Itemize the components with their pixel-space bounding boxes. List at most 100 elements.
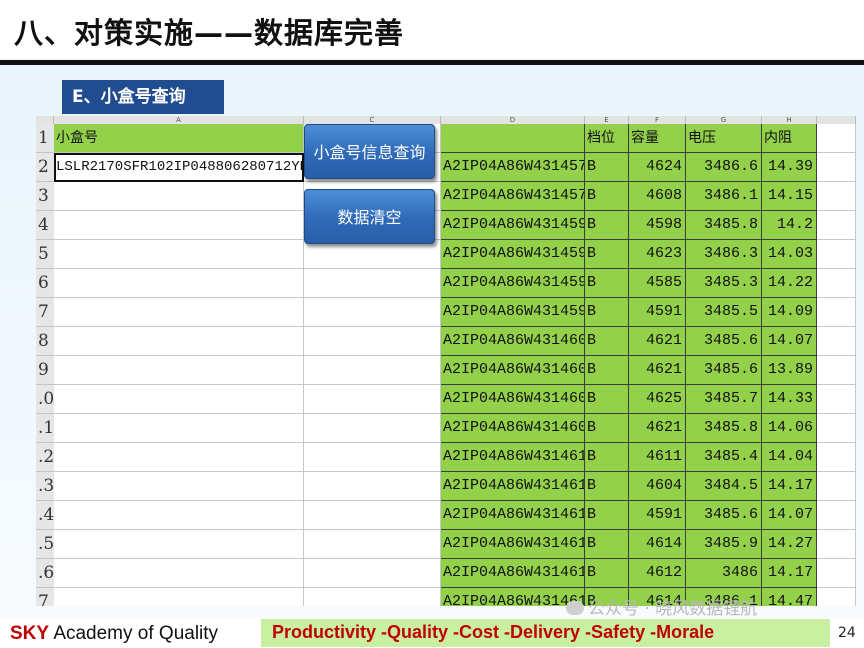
row-header[interactable]: 7 [36, 298, 54, 327]
result-cell[interactable]: 3486.3 [686, 240, 762, 269]
result-cell[interactable]: 14.33 [762, 385, 817, 414]
row-header[interactable]: 4 [36, 211, 54, 240]
row-header[interactable]: 6 [36, 269, 54, 298]
empty-cell[interactable] [54, 211, 304, 240]
result-cell[interactable]: 13.89 [762, 356, 817, 385]
result-cell[interactable]: 3486 [686, 559, 762, 588]
empty-cell[interactable] [54, 182, 304, 211]
empty-cell[interactable] [304, 298, 441, 327]
result-cell[interactable]: B [585, 385, 629, 414]
empty-cell[interactable] [817, 530, 856, 559]
empty-cell[interactable] [817, 269, 856, 298]
empty-cell[interactable] [817, 240, 856, 269]
result-cell[interactable]: B [585, 530, 629, 559]
result-cell[interactable]: 3485.4 [686, 443, 762, 472]
row-header[interactable]: .3 [36, 472, 54, 501]
result-cell[interactable]: B [585, 443, 629, 472]
row-header[interactable]: 9 [36, 356, 54, 385]
result-cell[interactable]: 3485.7 [686, 385, 762, 414]
empty-cell[interactable] [54, 530, 304, 559]
result-cell[interactable]: 4621 [629, 356, 686, 385]
result-cell[interactable]: B [585, 414, 629, 443]
result-cell[interactable]: 4623 [629, 240, 686, 269]
empty-cell[interactable] [304, 530, 441, 559]
result-cell[interactable]: 3485.6 [686, 501, 762, 530]
result-cell[interactable]: B [585, 559, 629, 588]
empty-cell[interactable] [817, 472, 856, 501]
result-cell[interactable]: A2IP04A86W4314606 [441, 356, 585, 385]
result-cell[interactable]: B [585, 269, 629, 298]
result-cell[interactable]: A2IP04A86W4314617 [441, 559, 585, 588]
result-cell[interactable]: A2IP04A86W4314596 [441, 298, 585, 327]
row-header[interactable]: .2 [36, 443, 54, 472]
result-header-cell[interactable]: 容量 [629, 124, 686, 153]
empty-cell[interactable] [54, 240, 304, 269]
result-cell[interactable]: A2IP04A86W4314574 [441, 182, 585, 211]
result-cell[interactable]: 14.17 [762, 472, 817, 501]
result-cell[interactable]: 4625 [629, 385, 686, 414]
empty-cell[interactable] [817, 588, 856, 606]
result-cell[interactable]: B [585, 356, 629, 385]
result-cell[interactable]: 14.06 [762, 414, 817, 443]
empty-cell[interactable] [817, 153, 856, 182]
column-header-f[interactable]: F [629, 116, 686, 124]
column-header-g[interactable]: G [686, 116, 762, 124]
result-cell[interactable]: 4585 [629, 269, 686, 298]
result-cell[interactable]: B [585, 182, 629, 211]
result-cell[interactable]: 4621 [629, 327, 686, 356]
column-header-d[interactable]: D [441, 116, 585, 124]
result-cell[interactable]: A2IP04A86W4314613 [441, 530, 585, 559]
result-cell[interactable]: A2IP04A86W4314610 [441, 443, 585, 472]
result-cell[interactable]: 14.27 [762, 530, 817, 559]
result-cell[interactable]: 14.22 [762, 269, 817, 298]
empty-cell[interactable] [304, 501, 441, 530]
row-header[interactable]: .0 [36, 385, 54, 414]
column-header-blank[interactable] [817, 116, 856, 124]
empty-cell[interactable] [304, 443, 441, 472]
result-header-cell[interactable] [441, 124, 585, 153]
result-cell[interactable]: A2IP04A86W4314593 [441, 211, 585, 240]
result-cell[interactable]: 14.09 [762, 298, 817, 327]
row-header[interactable]: .4 [36, 501, 54, 530]
empty-cell[interactable] [54, 298, 304, 327]
empty-cell[interactable] [817, 443, 856, 472]
empty-cell[interactable] [54, 472, 304, 501]
result-cell[interactable]: 14.39 [762, 153, 817, 182]
result-cell[interactable]: 3485.6 [686, 327, 762, 356]
result-cell[interactable]: 14.15 [762, 182, 817, 211]
result-cell[interactable]: 14.07 [762, 501, 817, 530]
result-cell[interactable]: 3485.8 [686, 414, 762, 443]
empty-cell[interactable] [304, 385, 441, 414]
result-cell[interactable]: B [585, 327, 629, 356]
result-cell[interactable]: 14.03 [762, 240, 817, 269]
result-header-cell[interactable]: 电压 [686, 124, 762, 153]
empty-cell[interactable] [817, 501, 856, 530]
row-header[interactable]: 5 [36, 240, 54, 269]
empty-cell[interactable] [817, 356, 856, 385]
empty-cell[interactable] [304, 559, 441, 588]
row-header[interactable]: 3 [36, 182, 54, 211]
empty-cell[interactable] [817, 298, 856, 327]
result-cell[interactable]: 14.17 [762, 559, 817, 588]
result-cell[interactable]: 3484.5 [686, 472, 762, 501]
empty-cell[interactable] [304, 588, 441, 606]
column-header-e[interactable]: E [585, 116, 629, 124]
result-cell[interactable]: 3485.3 [686, 269, 762, 298]
clear-data-button[interactable]: 数据清空 [304, 189, 435, 244]
column-header-h[interactable]: H [762, 116, 817, 124]
result-cell[interactable]: 3485.5 [686, 298, 762, 327]
empty-cell[interactable] [54, 356, 304, 385]
empty-cell[interactable] [54, 414, 304, 443]
result-cell[interactable]: 14.47 [762, 588, 817, 606]
empty-cell[interactable] [304, 414, 441, 443]
empty-cell[interactable] [54, 443, 304, 472]
empty-cell[interactable] [817, 385, 856, 414]
empty-cell[interactable] [817, 211, 856, 240]
empty-cell[interactable] [54, 588, 304, 606]
result-cell[interactable]: 4614 [629, 530, 686, 559]
result-cell[interactable]: A2IP04A86W4314607 [441, 385, 585, 414]
result-cell[interactable]: 4591 [629, 298, 686, 327]
select-all-corner[interactable] [36, 116, 54, 124]
empty-cell[interactable] [54, 327, 304, 356]
result-cell[interactable]: A2IP04A86W4314618 [441, 588, 585, 606]
